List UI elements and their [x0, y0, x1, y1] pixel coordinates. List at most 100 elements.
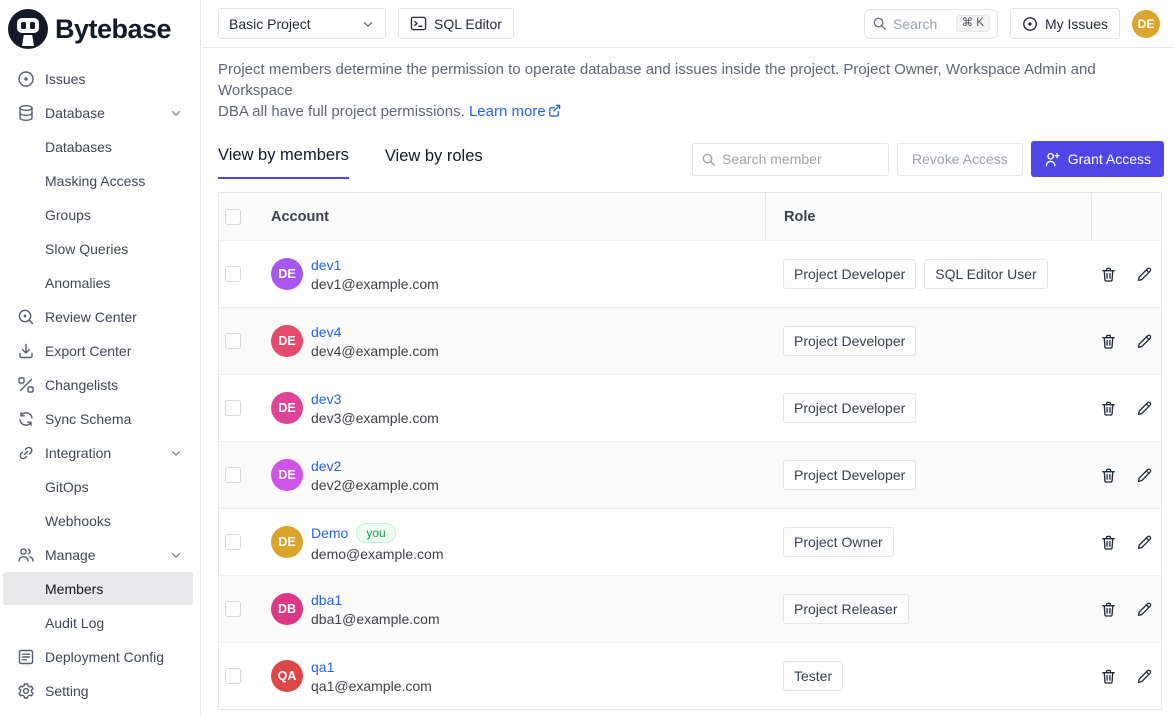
learn-more-link[interactable]: Learn more — [469, 103, 546, 120]
role-chip: Project Owner — [783, 527, 894, 557]
sidebar-item-label: Slow Queries — [45, 241, 128, 257]
edit-member-button[interactable] — [1136, 601, 1153, 618]
members-table: Account Role DE dev1 dev1@example.com Pr… — [218, 192, 1162, 710]
sidebar-item-groups[interactable]: Groups — [3, 198, 193, 231]
member-avatar: DB — [271, 593, 303, 625]
delete-member-button[interactable] — [1100, 534, 1117, 551]
delete-member-button[interactable] — [1100, 266, 1117, 283]
bytebase-logo[interactable]: Bytebase — [0, 0, 200, 53]
sidebar-item-masking-access[interactable]: Masking Access — [3, 164, 193, 197]
row-checkbox[interactable] — [225, 601, 241, 617]
sidebar-item-slow-queries[interactable]: Slow Queries — [3, 232, 193, 265]
delete-member-button[interactable] — [1100, 668, 1117, 685]
member-name-link[interactable]: dev2 — [311, 458, 341, 474]
member-name-link[interactable]: dev4 — [311, 324, 341, 340]
pencil-icon — [1136, 333, 1153, 350]
terminal-icon — [410, 15, 427, 32]
sidebar-item-changelists[interactable]: Changelists — [3, 368, 193, 401]
edit-member-button[interactable] — [1136, 333, 1153, 350]
revoke-access-button[interactable]: Revoke Access — [897, 143, 1023, 176]
row-checkbox[interactable] — [225, 534, 241, 550]
select-all-checkbox[interactable] — [225, 209, 241, 225]
member-row-qa1: QA qa1 qa1@example.com Tester — [219, 642, 1161, 709]
chevron-down-icon — [361, 17, 375, 31]
pencil-icon — [1136, 668, 1153, 685]
sidebar-item-label: Members — [45, 581, 103, 597]
sidebar-item-audit-log[interactable]: Audit Log — [3, 606, 193, 639]
row-checkbox[interactable] — [225, 467, 241, 483]
sidebar-item-deployment-config[interactable]: Deployment Config — [3, 640, 193, 673]
edit-member-button[interactable] — [1136, 668, 1153, 685]
role-chip: Project Developer — [783, 259, 916, 289]
table-header: Account Role — [219, 193, 1161, 240]
sidebar-item-gitops[interactable]: GitOps — [3, 470, 193, 503]
grant-access-button[interactable]: Grant Access — [1031, 141, 1164, 177]
member-name-link[interactable]: Demo — [311, 525, 348, 541]
sidebar-item-manage[interactable]: Manage — [3, 538, 193, 571]
sql-editor-button[interactable]: SQL Editor — [398, 8, 514, 39]
member-email: dev2@example.com — [311, 477, 439, 493]
setting-icon — [17, 682, 35, 700]
you-badge: you — [356, 523, 395, 543]
integration-icon — [17, 444, 35, 462]
sidebar-item-issues[interactable]: Issues — [3, 62, 193, 95]
member-avatar: DE — [271, 459, 303, 491]
row-checkbox[interactable] — [225, 400, 241, 416]
delete-member-button[interactable] — [1100, 333, 1117, 350]
row-checkbox[interactable] — [225, 333, 241, 349]
member-row-dev1: DE dev1 dev1@example.com Project Develop… — [219, 240, 1161, 307]
member-avatar: DE — [271, 325, 303, 357]
member-search-placeholder: Search member — [722, 151, 822, 167]
pencil-icon — [1136, 534, 1153, 551]
sidebar-item-webhooks[interactable]: Webhooks — [3, 504, 193, 537]
member-email: dev4@example.com — [311, 343, 439, 359]
sidebar-item-export-center[interactable]: Export Center — [3, 334, 193, 367]
tab-view-by-members[interactable]: View by members — [218, 140, 349, 179]
my-issues-button[interactable]: My Issues — [1010, 8, 1120, 39]
member-name-link[interactable]: dev3 — [311, 391, 341, 407]
row-checkbox[interactable] — [225, 668, 241, 684]
row-checkbox[interactable] — [225, 266, 241, 282]
sidebar-item-setting[interactable]: Setting — [3, 674, 193, 707]
delete-member-button[interactable] — [1100, 601, 1117, 618]
edit-member-button[interactable] — [1136, 400, 1153, 417]
role-chip: Project Developer — [783, 460, 916, 490]
member-name-link[interactable]: qa1 — [311, 659, 334, 675]
chevron-down-icon — [169, 446, 183, 460]
user-plus-icon — [1044, 151, 1061, 168]
sidebar-item-review-center[interactable]: Review Center — [3, 300, 193, 333]
search-shortcut-badge: ⌘ K — [956, 15, 990, 33]
trash-icon — [1100, 601, 1117, 618]
edit-member-button[interactable] — [1136, 467, 1153, 484]
member-name-link[interactable]: dev1 — [311, 257, 341, 273]
sidebar-item-integration[interactable]: Integration — [3, 436, 193, 469]
trash-icon — [1100, 467, 1117, 484]
issues-icon — [17, 70, 35, 88]
tab-view-by-roles[interactable]: View by roles — [385, 141, 483, 178]
project-select[interactable]: Basic Project — [218, 8, 386, 39]
member-name-link[interactable]: dba1 — [311, 592, 342, 608]
trash-icon — [1100, 333, 1117, 350]
user-avatar[interactable]: DE — [1132, 10, 1160, 38]
sidebar-item-label: Anomalies — [45, 275, 110, 291]
sidebar-item-database[interactable]: Database — [3, 96, 193, 129]
sidebar-item-members[interactable]: Members — [3, 572, 193, 605]
sidebar: Bytebase IssuesDatabaseDatabasesMasking … — [0, 0, 201, 715]
bytebase-logo-icon — [8, 9, 48, 49]
table-body: DE dev1 dev1@example.com Project Develop… — [219, 240, 1161, 709]
sidebar-item-databases[interactable]: Databases — [3, 130, 193, 163]
delete-member-button[interactable] — [1100, 400, 1117, 417]
member-row-dev2: DE dev2 dev2@example.com Project Develop… — [219, 441, 1161, 508]
edit-member-button[interactable] — [1136, 266, 1153, 283]
members-description: Project members determine the permission… — [218, 59, 1164, 123]
delete-member-button[interactable] — [1100, 467, 1117, 484]
global-search-input[interactable]: Search ⌘ K — [864, 9, 998, 39]
edit-member-button[interactable] — [1136, 534, 1153, 551]
sidebar-item-anomalies[interactable]: Anomalies — [3, 266, 193, 299]
member-avatar: DE — [271, 526, 303, 558]
sidebar-item-sync-schema[interactable]: Sync Schema — [3, 402, 193, 435]
sidebar-item-label: Setting — [45, 683, 89, 699]
member-search-input[interactable]: Search member — [692, 143, 889, 176]
external-link-icon — [548, 102, 561, 123]
sidebar-item-label: Deployment Config — [45, 649, 164, 665]
